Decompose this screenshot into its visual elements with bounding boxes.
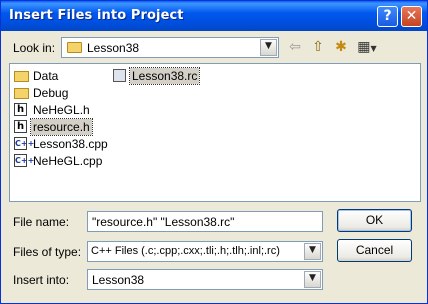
files-of-type-value: C++ Files (.c;.cpp;.cxx;.tli;.h;.tlh;.in…	[91, 245, 280, 257]
insert-into-select[interactable]: Lesson38 ▼	[87, 269, 323, 290]
back-arrow-icon: ⇦	[289, 39, 301, 55]
insert-into-value: Lesson38	[92, 273, 145, 287]
look-in-label: Look in:	[13, 41, 56, 55]
files-of-type-dropdown-button[interactable]: ▼	[304, 243, 321, 260]
cancel-button[interactable]: Cancel	[337, 239, 412, 262]
file-name-input[interactable]: "resource.h" "Lesson38.rc"	[87, 211, 323, 232]
insert-files-dialog: Insert Files into Project ? ✕ Look in: L…	[0, 0, 428, 304]
header-file-icon: h	[14, 120, 27, 133]
title-bar[interactable]: Insert Files into Project ? ✕	[1, 1, 427, 31]
close-icon: ✕	[405, 8, 418, 24]
insert-into-label: Insert into:	[13, 273, 70, 287]
look-in-value: Lesson38	[87, 41, 140, 55]
cpp-file-icon: C++	[14, 137, 35, 150]
file-name-value: "resource.h" "Lesson38.rc"	[92, 215, 235, 229]
files-of-type-select[interactable]: C++ Files (.c;.cpp;.cxx;.tli;.h;.tlh;.in…	[87, 241, 323, 262]
chevron-down-icon: ▼	[309, 273, 316, 283]
help-icon: ?	[383, 8, 392, 24]
look-in-combo[interactable]: Lesson38 ▼	[61, 37, 279, 58]
new-folder-button[interactable]: ✱	[331, 37, 351, 57]
file-list[interactable]: Data Debug h NeHeGL.h h resource.h C++ L…	[9, 63, 421, 202]
ok-button[interactable]: OK	[337, 209, 412, 232]
new-folder-icon: ✱	[335, 39, 347, 55]
view-menu-icon: ▦	[357, 39, 371, 55]
up-folder-icon: ⇧	[312, 39, 324, 55]
up-folder-button[interactable]: ⇧	[308, 37, 328, 57]
help-button[interactable]: ?	[377, 6, 398, 27]
resource-script-icon	[113, 69, 126, 82]
back-button[interactable]: ⇦	[285, 37, 305, 57]
header-file-icon: h	[14, 103, 27, 116]
folder-icon	[14, 88, 29, 99]
folder-icon	[67, 42, 82, 53]
insert-into-dropdown-button[interactable]: ▼	[304, 271, 321, 288]
look-in-dropdown-button[interactable]: ▼	[260, 39, 277, 56]
chevron-down-icon: ▼	[265, 41, 272, 51]
window-title: Insert Files into Project	[9, 8, 184, 23]
close-button[interactable]: ✕	[401, 6, 422, 27]
cpp-file-icon: C++	[14, 154, 35, 167]
folder-icon	[14, 71, 29, 82]
view-menu-button[interactable]: ▦▼	[354, 37, 380, 57]
chevron-down-icon: ▼	[309, 245, 316, 255]
file-name-label: File name:	[13, 215, 70, 229]
files-of-type-label: Files of type:	[13, 245, 82, 259]
